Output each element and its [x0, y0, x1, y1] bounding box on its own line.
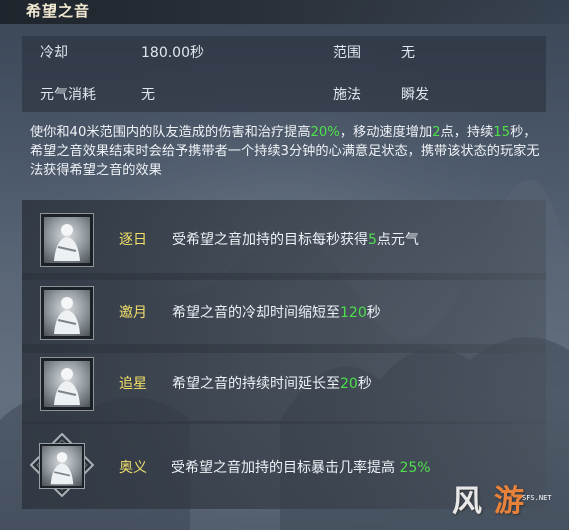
- description-text-1: 使你和40米范围内的队友造成的伤害和治疗提高: [30, 125, 311, 140]
- monk-figure-icon: [44, 217, 90, 263]
- talent-effect: 希望之音的持续时间延长至20秒: [172, 375, 372, 393]
- range-label: 范围: [333, 45, 361, 61]
- talent-effect-value: 120: [340, 305, 367, 321]
- talent-effect-text: 希望之音的冷却时间缩短至: [172, 305, 340, 321]
- description-text-2: ，移动速度增加: [339, 125, 433, 140]
- talent-effect-value: 5: [368, 232, 377, 248]
- talent-effect-suffix: 秒: [366, 305, 381, 321]
- monk-figure-icon: [44, 361, 90, 407]
- talent-effect: 受希望之音加持的目标暴击几率提高 25%: [171, 459, 431, 477]
- watermark-char-1: 风: [452, 484, 482, 519]
- site-watermark-logo: 风 游 SFS.NET: [452, 484, 564, 526]
- description-value-duration: 15: [493, 125, 511, 140]
- talent-row-yaoyue[interactable]: 邀月 希望之音的冷却时间缩短至120秒: [22, 273, 546, 353]
- talent-effect: 受希望之音加持的目标每秒获得5点元气: [172, 231, 419, 249]
- qi-cost-value: 无: [141, 87, 155, 103]
- talent-effect-text: 受希望之音加持的目标每秒获得: [172, 232, 368, 248]
- talent-name: 逐日: [119, 232, 147, 248]
- cooldown-label: 冷却: [40, 45, 68, 61]
- skill-description: 使你和40米范围内的队友造成的伤害和治疗提高20%，移动速度增加2点，持续15秒…: [30, 123, 540, 180]
- talent-name: 奥义: [119, 460, 147, 476]
- watermark-domain: SFS.NET: [522, 494, 552, 502]
- talent-effect-value: 20: [340, 376, 358, 392]
- cooldown-value: 180.00秒: [141, 45, 204, 61]
- cast-value: 瞬发: [401, 87, 429, 103]
- talent-effect: 希望之音的冷却时间缩短至120秒: [172, 304, 381, 322]
- cast-label: 施法: [333, 87, 361, 103]
- talent-row-zhuri[interactable]: 逐日 受希望之音加持的目标每秒获得5点元气: [22, 200, 546, 280]
- description-value-damage: 20%: [310, 125, 340, 140]
- qi-cost-label: 元气消耗: [40, 87, 96, 103]
- talent-icon-frame: [40, 213, 94, 267]
- talent-name: 追星: [119, 376, 147, 392]
- talent-effect-text: 受希望之音加持的目标暴击几率提高: [171, 460, 400, 476]
- talent-name: 邀月: [119, 305, 147, 321]
- monk-figure-icon: [44, 290, 90, 336]
- talent-effect-suffix: 秒: [357, 376, 372, 392]
- watermark-char-2: 游: [494, 484, 524, 519]
- description-text-3: 点，持续: [440, 125, 494, 140]
- description-value-speed: 2: [432, 125, 441, 140]
- talent-effect-suffix: 点元气: [376, 232, 419, 248]
- talent-effect-value: 25%: [399, 460, 431, 476]
- monk-figure-icon: [42, 446, 82, 486]
- talent-effect-text: 希望之音的持续时间延长至: [172, 376, 340, 392]
- skill-title: 希望之音: [26, 2, 91, 20]
- talent-icon-frame: [40, 357, 94, 411]
- range-value: 无: [401, 45, 415, 61]
- talent-icon-frame: [39, 443, 85, 489]
- attributes-panel: [22, 36, 546, 112]
- talent-row-zhuixing[interactable]: 追星 希望之音的持续时间延长至20秒: [22, 344, 546, 424]
- talent-icon-frame: [40, 286, 94, 340]
